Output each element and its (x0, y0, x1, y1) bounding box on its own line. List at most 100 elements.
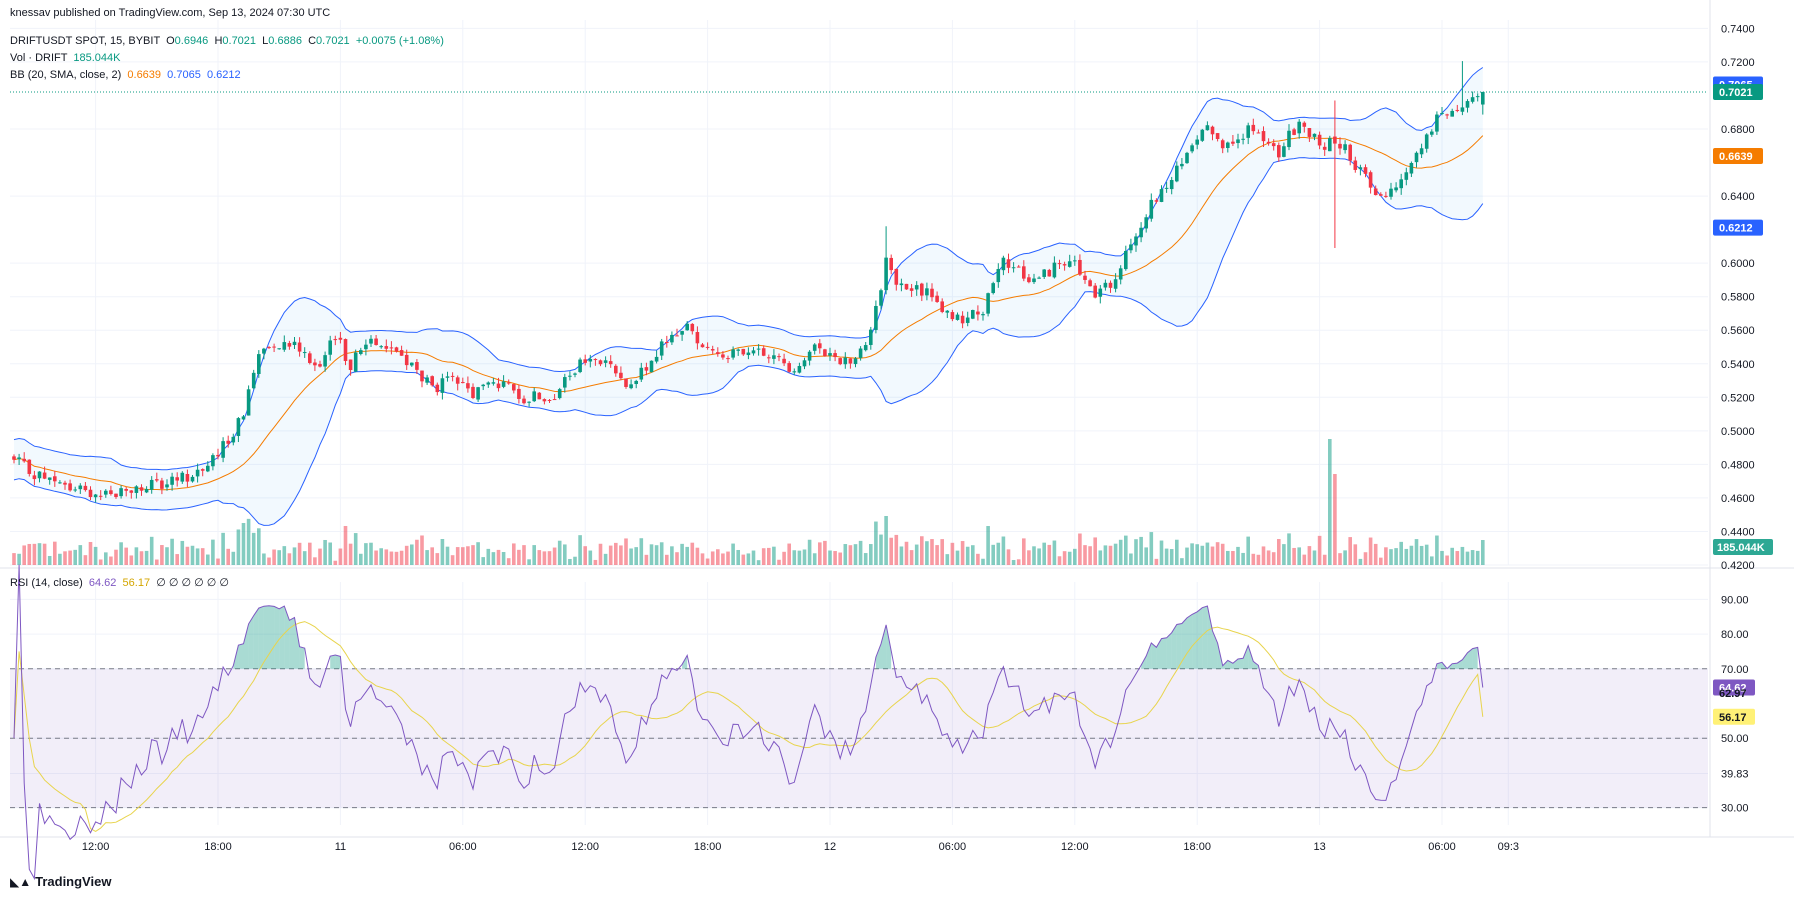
volume-bar (1042, 542, 1046, 565)
volume-bar (930, 539, 934, 565)
volume-bar (1164, 548, 1169, 565)
candle-body (318, 364, 322, 367)
rsi-overbought-fill (1146, 643, 1152, 669)
candle-body (302, 352, 307, 354)
volume-bar (1210, 546, 1215, 565)
candle-body (685, 323, 689, 331)
volume-bar (160, 545, 164, 565)
volume-bar (277, 550, 281, 565)
volume-bar (665, 554, 669, 565)
rsi-overbought-fill (284, 606, 290, 669)
time-tick-label: 18:00 (694, 841, 722, 853)
volume-bar (812, 553, 817, 565)
candle-body (659, 341, 664, 356)
candle-body (287, 343, 292, 347)
candle-body (1430, 131, 1434, 135)
candle-body (1358, 167, 1363, 170)
chart-canvas[interactable]: 0.7400 0.7200 0.6800 0.6400 0.6000 0.5800 0.56… (0, 0, 1794, 901)
rsi-legend[interactable]: RSI (14, close) 64.62 56.17 ∅ ∅ ∅ ∅ ∅ ∅ (10, 576, 229, 590)
candle-body (206, 465, 210, 472)
volume-bar (389, 551, 394, 565)
candle-body (965, 317, 970, 323)
symbol-name[interactable]: DRIFTUSDT SPOT, 15, BYBIT (10, 35, 160, 47)
volume-bar (654, 545, 659, 565)
volume-bar (1440, 550, 1444, 565)
candle-body (1001, 257, 1006, 271)
volume-bar (420, 535, 424, 565)
volume-bar (914, 544, 919, 565)
volume-bar (787, 543, 791, 565)
candle-body (211, 455, 215, 467)
candle-body (267, 347, 271, 349)
volume-bar (971, 545, 975, 565)
volume-bar (1450, 547, 1454, 565)
candle-body (119, 488, 123, 497)
volume-bar (726, 551, 730, 565)
volume-bar (690, 542, 695, 565)
candle-body (1277, 145, 1281, 158)
volume-bar (83, 555, 88, 565)
candle-body (200, 469, 205, 471)
volume-bar (945, 554, 950, 565)
volume-bar (1394, 548, 1398, 565)
volume-bar (1358, 558, 1363, 565)
candle-body (1231, 141, 1235, 144)
candle-body (1042, 269, 1046, 277)
volume-bar (359, 553, 363, 565)
rsi-ma-value: 56.17 (122, 577, 151, 589)
candle-body (1118, 268, 1123, 280)
volume-bar (889, 537, 893, 565)
bb-lower-value: 0.6212 (206, 69, 241, 81)
volume-bar (185, 546, 190, 565)
time-tick-label: 18:00 (204, 841, 232, 853)
candle-body (726, 358, 730, 360)
candle-body (1052, 262, 1057, 278)
volume-bar (1271, 552, 1276, 565)
rsi-badge-text: 62.97 (1719, 688, 1747, 700)
candle-body (333, 339, 338, 341)
volume-bar (369, 542, 373, 565)
candle (1368, 170, 1373, 194)
candle-body (517, 388, 521, 399)
candle-body (1129, 244, 1133, 251)
candle-body (149, 479, 154, 490)
volume-bar (195, 548, 200, 565)
candle-body (889, 257, 893, 271)
candle-body (114, 493, 118, 498)
candle-body (1455, 109, 1460, 111)
volume-bar (568, 558, 572, 565)
candle-body (782, 358, 786, 364)
candle-body (1419, 148, 1424, 155)
candle-body (323, 355, 327, 367)
candle-body (1475, 96, 1480, 98)
tradingview-logo[interactable]: ◣▲ TradingView (10, 874, 111, 889)
candle (257, 350, 261, 378)
volume-bar (22, 545, 26, 565)
candle-body (1078, 259, 1082, 275)
bb-legend[interactable]: BB (20, SMA, close, 2) 0.6639 0.7065 0.6… (10, 68, 241, 82)
rsi-extra-values: ∅ ∅ ∅ ∅ ∅ ∅ (156, 577, 229, 589)
candle-body (522, 398, 526, 404)
volume-bar (461, 547, 465, 565)
volume-bar (797, 550, 802, 565)
candle-body (823, 349, 827, 357)
volume-legend[interactable]: Vol · DRIFT 185.044K (10, 51, 121, 65)
volume-bar (251, 532, 256, 565)
volume-bar (639, 538, 644, 565)
candle-body (272, 346, 276, 348)
volume-bar (557, 540, 562, 565)
candle-body (1098, 288, 1103, 297)
volume-bar (200, 548, 205, 565)
volume-bar (1124, 535, 1128, 565)
candle-body (1353, 160, 1358, 170)
volume-bar (1220, 543, 1225, 565)
volume-bar (675, 552, 679, 565)
candle-body (379, 346, 383, 348)
volume-bar (1108, 545, 1113, 565)
volume-bar (1368, 537, 1373, 565)
volume-bar (1180, 558, 1184, 565)
ohlc-close: 0.7021 (316, 35, 350, 47)
volume-bar (221, 532, 225, 565)
candle-body (649, 360, 654, 373)
volume-bar (1353, 544, 1358, 565)
